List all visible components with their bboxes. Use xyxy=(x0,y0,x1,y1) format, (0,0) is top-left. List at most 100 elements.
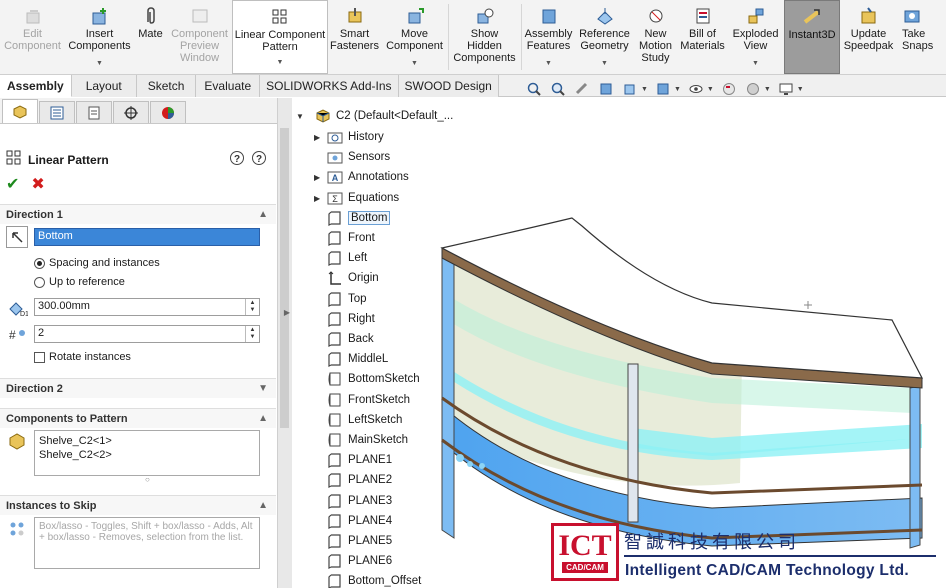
new-motion-study-button[interactable]: New Motion Study xyxy=(634,0,678,74)
edit-appearance-icon[interactable] xyxy=(720,81,738,97)
list-item[interactable]: Shelve_C2<2> xyxy=(39,448,255,462)
collapse-chevron-icon[interactable]: ▲ xyxy=(258,413,268,424)
collapse-chevron-icon[interactable]: ▲ xyxy=(258,209,268,220)
tree-item[interactable]: Front xyxy=(314,228,375,248)
previous-view-icon[interactable] xyxy=(573,81,591,97)
chevron-down-icon[interactable]: ▼ xyxy=(797,86,804,93)
tree-item[interactable]: PLANE6 xyxy=(314,551,392,571)
instances-to-skip-list[interactable]: Box/lasso - Toggles, Shift + box/lasso -… xyxy=(34,517,260,569)
expand-triangle-icon[interactable]: ▶ xyxy=(314,133,326,142)
panel-splitter[interactable]: ▶ xyxy=(278,98,292,588)
tab-configuration-manager[interactable] xyxy=(76,101,112,123)
chevron-down-icon[interactable]: ▼ xyxy=(96,58,103,70)
instances-input[interactable]: 2 ▲ ▼ xyxy=(34,325,260,343)
assembly-features-button[interactable]: Assembly Features ▼ xyxy=(522,0,576,74)
zoom-to-area-icon[interactable] xyxy=(549,81,567,97)
tree-item[interactable]: PLANE3 xyxy=(314,491,392,511)
exploded-view-button[interactable]: Exploded View ▼ xyxy=(728,0,784,74)
tab-feature-manager[interactable] xyxy=(2,99,38,123)
tab-solidworks-add-ins[interactable]: SOLIDWORKS Add-Ins xyxy=(260,75,399,97)
direction-arrow-icon[interactable] xyxy=(6,226,28,248)
tree-item[interactable]: PLANE4 xyxy=(314,511,392,531)
hide-show-items-icon[interactable] xyxy=(687,81,705,97)
spacing-input[interactable]: 300.00mm ▲ ▼ xyxy=(34,298,260,316)
view-settings-monitor-icon[interactable] xyxy=(777,81,795,97)
update-speedpak-button[interactable]: Update Speedpak xyxy=(840,0,898,74)
tree-item[interactable]: ▶ History xyxy=(314,127,384,147)
chevron-down-icon[interactable]: ▼ xyxy=(411,58,418,70)
tree-item[interactable]: MiddleL xyxy=(314,349,388,369)
expand-triangle-icon[interactable]: ▶ xyxy=(314,173,326,182)
chevron-down-icon[interactable]: ▼ xyxy=(752,58,759,70)
tab-layout[interactable]: Layout xyxy=(71,75,137,97)
chevron-right-icon[interactable]: ▶ xyxy=(284,308,290,317)
tree-item[interactable]: PLANE5 xyxy=(314,531,392,551)
tab-swood-design[interactable]: SWOOD Design xyxy=(398,75,499,97)
section-view-icon[interactable] xyxy=(597,81,615,97)
list-item[interactable]: Shelve_C2<1> xyxy=(39,434,255,448)
direction1-header[interactable]: Direction 1 ▲ xyxy=(0,204,276,224)
bill-of-materials-button[interactable]: Bill of Materials xyxy=(678,0,728,74)
instances-to-skip-header[interactable]: Instances to Skip ▲ xyxy=(0,495,276,515)
cancel-x-button[interactable]: ✖ xyxy=(31,174,44,194)
tree-item[interactable]: FrontSketch xyxy=(314,390,410,410)
tab-property-manager[interactable] xyxy=(39,101,75,123)
up-to-reference-radio[interactable]: Up to reference xyxy=(34,276,125,288)
tree-item[interactable]: Left xyxy=(314,248,367,268)
chevron-down-icon[interactable]: ▼ xyxy=(545,58,552,70)
tree-item[interactable]: Origin xyxy=(314,268,379,288)
tree-item[interactable]: ▶ A Annotations xyxy=(314,167,409,187)
linear-component-pattern-button[interactable]: Linear Component Pattern ▼ xyxy=(232,0,328,74)
chevron-down-icon[interactable]: ▼ xyxy=(601,58,608,70)
direction2-header[interactable]: Direction 2 ▼ xyxy=(0,378,276,398)
tree-item[interactable]: Back xyxy=(314,329,374,349)
resize-grip[interactable]: ○ xyxy=(145,475,150,484)
chevron-down-icon[interactable]: ▼ xyxy=(707,86,714,93)
mate-button[interactable]: Mate xyxy=(134,0,168,74)
direction1-reference-field[interactable]: Bottom xyxy=(34,228,260,246)
expand-triangle-icon[interactable]: ▶ xyxy=(314,194,326,203)
tree-item[interactable]: LeftSketch xyxy=(314,410,402,430)
ok-checkmark-button[interactable]: ✔ xyxy=(6,174,19,194)
smart-fasteners-button[interactable]: Smart Fasteners xyxy=(328,0,382,74)
help-icon[interactable]: ? xyxy=(251,150,267,169)
tree-item[interactable]: Top xyxy=(314,289,367,309)
components-to-pattern-header[interactable]: Components to Pattern ▲ xyxy=(0,408,276,428)
edit-component-button[interactable]: Edit Component xyxy=(0,0,66,74)
tab-evaluate[interactable]: Evaluate xyxy=(196,75,261,97)
tree-item[interactable]: PLANE2 xyxy=(314,470,392,490)
collapse-chevron-icon[interactable]: ▲ xyxy=(258,500,268,511)
spacing-and-instances-radio[interactable]: Spacing and instances xyxy=(34,257,160,269)
spacing-spinner[interactable]: ▲ ▼ xyxy=(245,299,259,315)
zoom-to-fit-icon[interactable] xyxy=(525,81,543,97)
chevron-down-icon[interactable]: ▼ xyxy=(674,86,681,93)
tree-item[interactable]: Sensors xyxy=(314,147,390,167)
tree-item[interactable]: Bottom xyxy=(314,208,391,228)
tree-item[interactable]: MainSketch xyxy=(314,430,408,450)
tree-item[interactable]: Right xyxy=(314,309,375,329)
rotate-instances-checkbox[interactable]: Rotate instances xyxy=(34,351,131,363)
component-preview-window-button[interactable]: Component Preview Window xyxy=(168,0,232,74)
take-snapshot-button[interactable]: Take Snapsh xyxy=(898,0,934,74)
whats-wrong-icon[interactable]: ? xyxy=(229,150,245,169)
tree-item[interactable]: ▶ Σ Equations xyxy=(314,188,399,208)
tree-item[interactable]: PLANE1 xyxy=(314,450,392,470)
components-list[interactable]: Shelve_C2<1> Shelve_C2<2> xyxy=(34,430,260,476)
reference-geometry-button[interactable]: Reference Geometry ▼ xyxy=(576,0,634,74)
chevron-down-icon[interactable]: ▼ xyxy=(764,86,771,93)
view-orientation-icon[interactable] xyxy=(621,81,639,97)
scrollbar-thumb[interactable] xyxy=(280,128,289,428)
chevron-down-icon[interactable]: ▼ xyxy=(277,57,284,69)
expand-chevron-icon[interactable]: ▼ xyxy=(258,383,268,394)
show-hidden-components-button[interactable]: Show Hidden Components xyxy=(449,0,521,74)
tree-root-assembly[interactable]: ▼ C2 (Default<Default_... xyxy=(296,106,453,126)
chevron-down-icon[interactable]: ▼ xyxy=(641,86,648,93)
move-component-button[interactable]: Move Component ▼ xyxy=(382,0,448,74)
instances-spinner[interactable]: ▲ ▼ xyxy=(245,326,259,342)
tree-item[interactable]: Bottom_Offset xyxy=(314,571,421,588)
tab-assembly[interactable]: Assembly xyxy=(0,75,72,97)
tab-dimxpert-manager[interactable] xyxy=(113,101,149,123)
instant3d-button[interactable]: Instant3D xyxy=(784,0,840,74)
apply-scene-icon[interactable] xyxy=(744,81,762,97)
insert-components-button[interactable]: Insert Components ▼ xyxy=(66,0,134,74)
